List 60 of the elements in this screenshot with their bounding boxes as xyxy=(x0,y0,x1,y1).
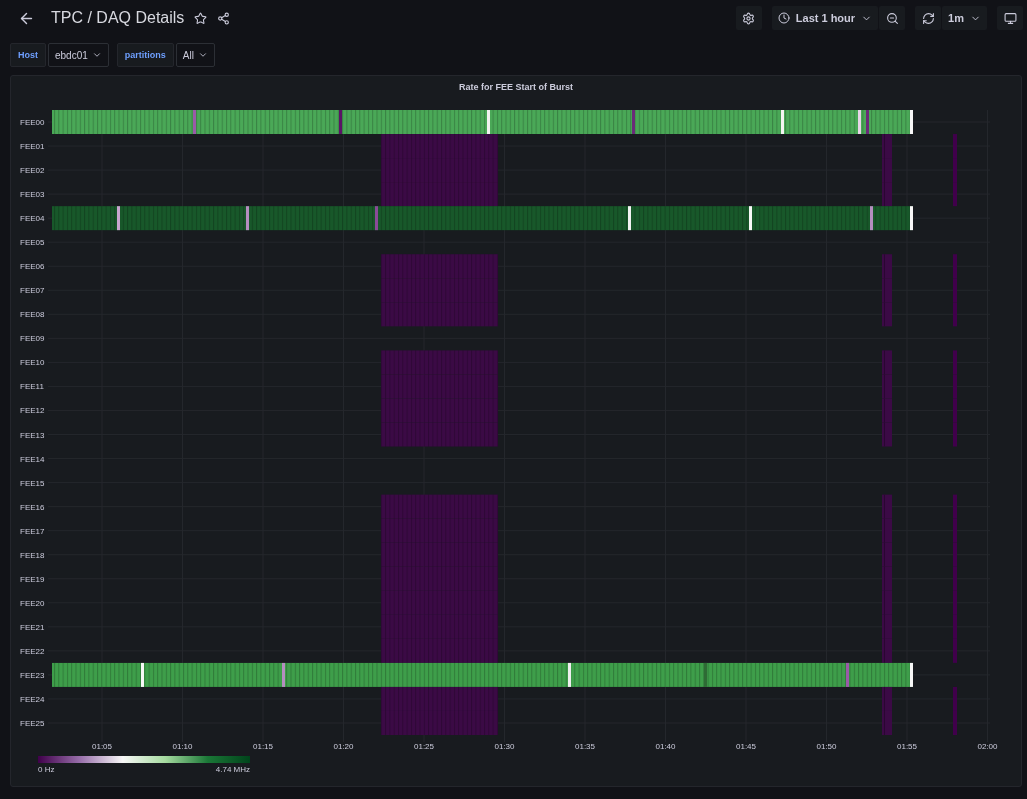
row-label: FEE05 xyxy=(20,238,45,248)
row-label: FEE11 xyxy=(20,382,44,392)
variable-label: Host xyxy=(10,43,46,67)
axis-tick-label: 01:15 xyxy=(253,742,273,751)
variable-select[interactable]: All xyxy=(175,43,215,67)
axis-tick-label: 01:40 xyxy=(655,742,676,751)
axis-tick-label: 01:30 xyxy=(494,742,515,751)
chevron-down-icon xyxy=(91,50,102,60)
variable-select[interactable]: ebdc01 xyxy=(48,43,109,67)
axis-tick-label: 01:35 xyxy=(575,742,595,751)
star-icon[interactable] xyxy=(194,11,208,25)
axis-tick-label: 01:20 xyxy=(333,742,354,751)
row-label: FEE08 xyxy=(20,310,45,320)
row-label: FEE02 xyxy=(20,166,45,176)
refresh-icon xyxy=(921,11,935,25)
chevron-down-icon xyxy=(197,50,208,60)
dashboard-title: TPC / DAQ Details xyxy=(51,9,185,27)
row-label: FEE25 xyxy=(20,719,45,728)
axis-tick-label: 02:00 xyxy=(977,742,998,751)
row-label: FEE14 xyxy=(20,454,45,464)
row-label: FEE06 xyxy=(20,262,45,272)
time-range-picker[interactable]: Last 1 hour xyxy=(771,6,879,30)
axis-tick-label: 01:55 xyxy=(897,742,917,751)
zoom-out-icon xyxy=(885,11,899,25)
row-label: FEE13 xyxy=(20,430,45,440)
row-label: FEE24 xyxy=(20,694,45,704)
row-label: FEE01 xyxy=(20,142,45,152)
row-label: FEE15 xyxy=(20,478,45,488)
row-label: FEE07 xyxy=(20,286,45,296)
row-label: FEE23 xyxy=(20,670,45,680)
row-label: FEE12 xyxy=(20,406,45,416)
share-icon[interactable] xyxy=(217,11,231,25)
settings-icon xyxy=(742,11,756,25)
monitor-icon[interactable] xyxy=(997,6,1023,30)
row-label: FEE03 xyxy=(20,190,45,200)
axis-tick-label: 01:45 xyxy=(736,742,756,751)
clock-icon xyxy=(777,12,790,24)
row-label: FEE17 xyxy=(20,526,45,536)
row-label: FEE09 xyxy=(20,334,45,344)
row-label: FEE20 xyxy=(20,598,45,608)
row-label: FEE00 xyxy=(20,118,45,127)
settings-button[interactable] xyxy=(735,6,762,30)
variable-label: partitions xyxy=(116,43,174,67)
row-label: FEE10 xyxy=(20,358,45,368)
row-label: FEE19 xyxy=(20,574,45,584)
refresh-interval-picker[interactable]: 1m xyxy=(942,6,987,30)
axis-tick-label: 01:25 xyxy=(414,742,434,751)
row-label: FEE21 xyxy=(20,622,45,632)
axis-tick-label: 01:05 xyxy=(92,742,112,751)
axis-tick-label: 01:10 xyxy=(172,742,193,751)
zoom-out-button[interactable] xyxy=(879,6,906,30)
row-label: FEE22 xyxy=(20,646,45,656)
refresh-button[interactable] xyxy=(915,6,942,30)
row-label: FEE04 xyxy=(20,214,45,224)
axis-tick-label: 01:50 xyxy=(816,742,837,751)
legend-min-label: 0 Hz xyxy=(38,765,55,774)
legend-max-label: 4.74 MHz xyxy=(215,765,250,774)
row-label: FEE18 xyxy=(20,550,45,560)
row-label: FEE16 xyxy=(20,502,45,512)
panel-title: Rate for FEE Start of Burst xyxy=(458,81,574,94)
